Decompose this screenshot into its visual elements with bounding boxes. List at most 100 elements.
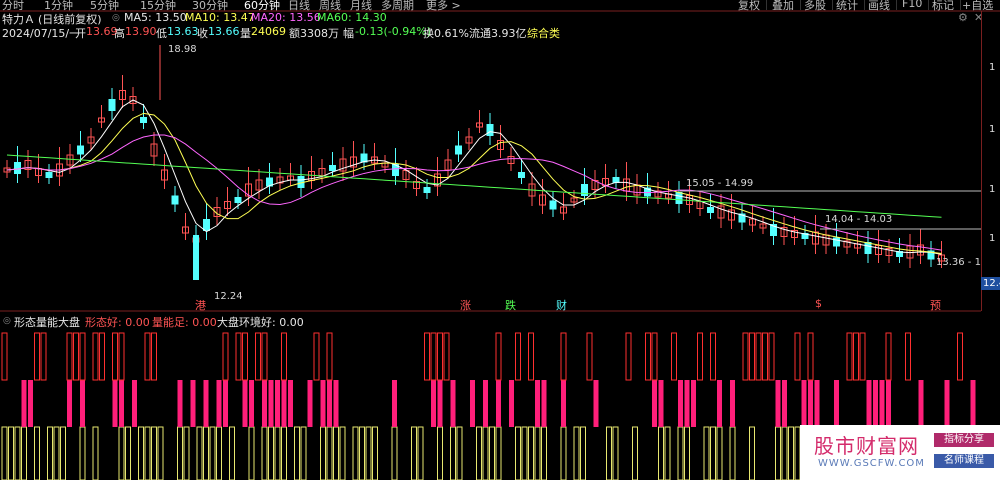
indicator-bar-pink: [814, 380, 820, 427]
indicator-x3: 大盘环境好: 0.00: [217, 316, 304, 329]
indicator-bar-yellow: [476, 426, 482, 480]
candle-body: [203, 219, 210, 231]
indicator-bar-red: [710, 332, 716, 381]
indicator-bar-pink: [561, 380, 566, 427]
candle-body: [675, 192, 683, 204]
indicator-bar-pink: [496, 380, 501, 427]
indicator-bar-yellow: [781, 426, 788, 480]
indicator-bar-red: [34, 332, 40, 381]
indicator-bar-yellow: [456, 426, 463, 480]
indicator-bar-pink: [801, 380, 807, 427]
price-axis: [981, 11, 1000, 311]
indicator-bar-pink: [918, 380, 924, 427]
indicator-bar-pink: [691, 380, 696, 427]
indicator-bar-red: [281, 332, 287, 381]
event-marker-hk[interactable]: 港: [195, 297, 206, 313]
candle-body: [193, 235, 199, 280]
indicator-bar-yellow: [216, 426, 222, 480]
indicator-bar-red: [1, 332, 8, 381]
indicator-bar-red: [515, 332, 521, 381]
indicator-bar-yellow: [8, 426, 14, 480]
indicator-bar-red: [92, 332, 99, 381]
watermark-title: 股市财富网: [814, 434, 919, 458]
indicator-bar-yellow: [281, 426, 287, 480]
indicator-bar-pink: [808, 380, 813, 427]
indicator-bar-red: [742, 332, 749, 381]
indicator-bar-pink: [866, 380, 872, 427]
indicator-bar-yellow: [606, 426, 612, 480]
event-marker-forecast[interactable]: 预: [930, 297, 941, 313]
indicator-bar-pink: [223, 380, 228, 427]
indicator-bar-yellow: [53, 426, 60, 480]
indicator-bar-yellow: [710, 426, 716, 480]
indicator-bar-red: [586, 332, 593, 381]
low-price-marker: 12.24: [214, 291, 243, 302]
indicator-bar-pink: [262, 380, 267, 427]
indicator-bar-pink: [80, 380, 85, 427]
indicator-bar-red: [242, 332, 248, 381]
indicator-bar-yellow: [716, 426, 723, 480]
indicator-bar-red: [73, 332, 79, 381]
indicator-bar-yellow: [664, 426, 671, 480]
indicator-name: 形态量能大盘: [14, 316, 80, 329]
indicator-bar-yellow: [573, 426, 580, 480]
indicator-bar-yellow: [248, 426, 255, 480]
indicator-bar-yellow: [417, 426, 424, 480]
indicator-bar-yellow: [372, 426, 378, 480]
indicator-bar-yellow: [450, 426, 456, 480]
watermark-url: WWW.GSCFW.COM: [818, 458, 925, 469]
indicator-bar-pink: [775, 380, 781, 427]
candle-body: [864, 242, 872, 254]
indicator-bar-red: [846, 332, 853, 381]
indicator-bar-yellow: [411, 426, 417, 480]
indicator-bar-yellow: [391, 426, 398, 480]
indicator-bar-yellow: [320, 426, 326, 480]
indicator-bar-pink: [873, 380, 878, 427]
indicator-bar-pink: [483, 380, 488, 427]
indicator-bar-yellow: [333, 426, 339, 480]
indicator-bar-pink: [288, 380, 293, 427]
indicator-bar-pink: [431, 380, 436, 427]
indicator-bar-red: [768, 332, 775, 381]
indicator-bar-pink: [658, 380, 664, 427]
indicator-bar-pink: [717, 380, 722, 427]
chart-grid: [0, 10, 1000, 312]
kline-chart[interactable]: [0, 0, 1000, 480]
indicator-settings-icon[interactable]: ◎: [3, 316, 11, 326]
candle-body: [360, 153, 368, 163]
indicator-bar-red: [755, 332, 762, 381]
indicator-bar-red: [645, 332, 651, 381]
indicator-bar-pink: [327, 380, 332, 427]
indicator-bar-red: [443, 332, 450, 381]
axis-tick: 1: [989, 62, 996, 73]
indicator-bar-pink: [684, 380, 690, 427]
candle-body: [108, 99, 116, 111]
indicator-bar-yellow: [703, 426, 710, 480]
indicator-bar-red: [222, 332, 229, 381]
watermark-logo: 股市财富网 WWW.GSCFW.COM 指标分享 名师课程: [800, 425, 1000, 480]
event-marker-finance[interactable]: 财: [556, 297, 567, 313]
candle-body: [14, 162, 21, 174]
indicator-bar-yellow: [138, 426, 144, 480]
indicator-bar-pink: [535, 380, 540, 427]
indicator-bar-red: [66, 332, 73, 381]
indicator-bar-pink: [21, 380, 27, 427]
indicator-bar-red: [859, 332, 866, 381]
indicator-x2: 量能足: 0.00: [152, 316, 217, 329]
indicator-bar-red: [151, 332, 157, 381]
indicator-bar-yellow: [60, 426, 66, 480]
indicator-bar-yellow: [658, 426, 664, 480]
indicator-bar-yellow: [79, 426, 86, 480]
indicator-bar-yellow: [677, 426, 684, 480]
event-marker-limit-down[interactable]: 跌: [505, 297, 516, 313]
indicator-bar-pink: [268, 380, 274, 427]
candle-body: [234, 197, 242, 203]
indicator-bar-yellow: [528, 426, 534, 480]
candle-body: [140, 117, 147, 123]
event-marker-dividend[interactable]: $: [815, 297, 822, 310]
indicator-bar-pink: [541, 380, 547, 427]
indicator-bar-yellow: [729, 426, 736, 480]
event-marker-limit-up[interactable]: 涨: [460, 297, 471, 313]
indicator-bar-pink: [437, 380, 443, 427]
indicator-bar-yellow: [580, 426, 586, 480]
